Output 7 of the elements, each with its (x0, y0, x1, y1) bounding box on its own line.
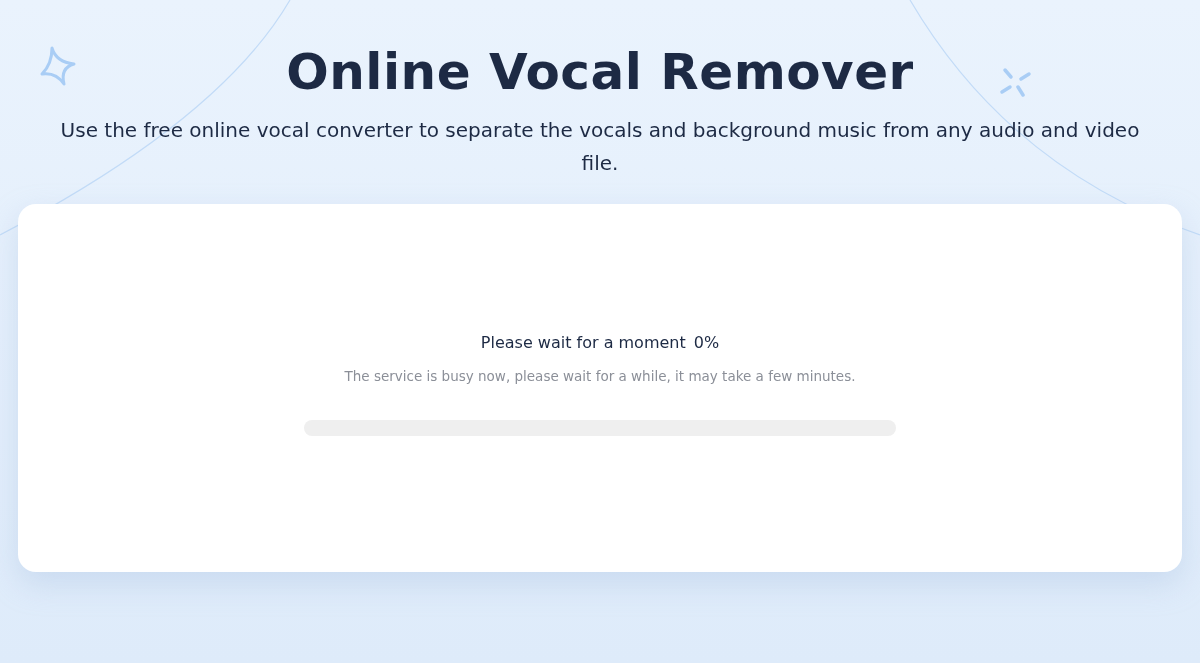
sparkle-icon (1000, 68, 1031, 97)
progress-heading: Please wait for a moment (480, 332, 686, 354)
page-subtitle: Use the free online vocal converter to separate the vocals and background music from any audio and video file. (59, 117, 1141, 177)
progress-percent: 0% (693, 332, 720, 354)
sparkle-icon (40, 46, 76, 86)
page-title: Online Vocal Remover (286, 42, 914, 103)
progress-note: The service is busy now, please wait for a while, it may take a few minutes. (344, 367, 856, 386)
